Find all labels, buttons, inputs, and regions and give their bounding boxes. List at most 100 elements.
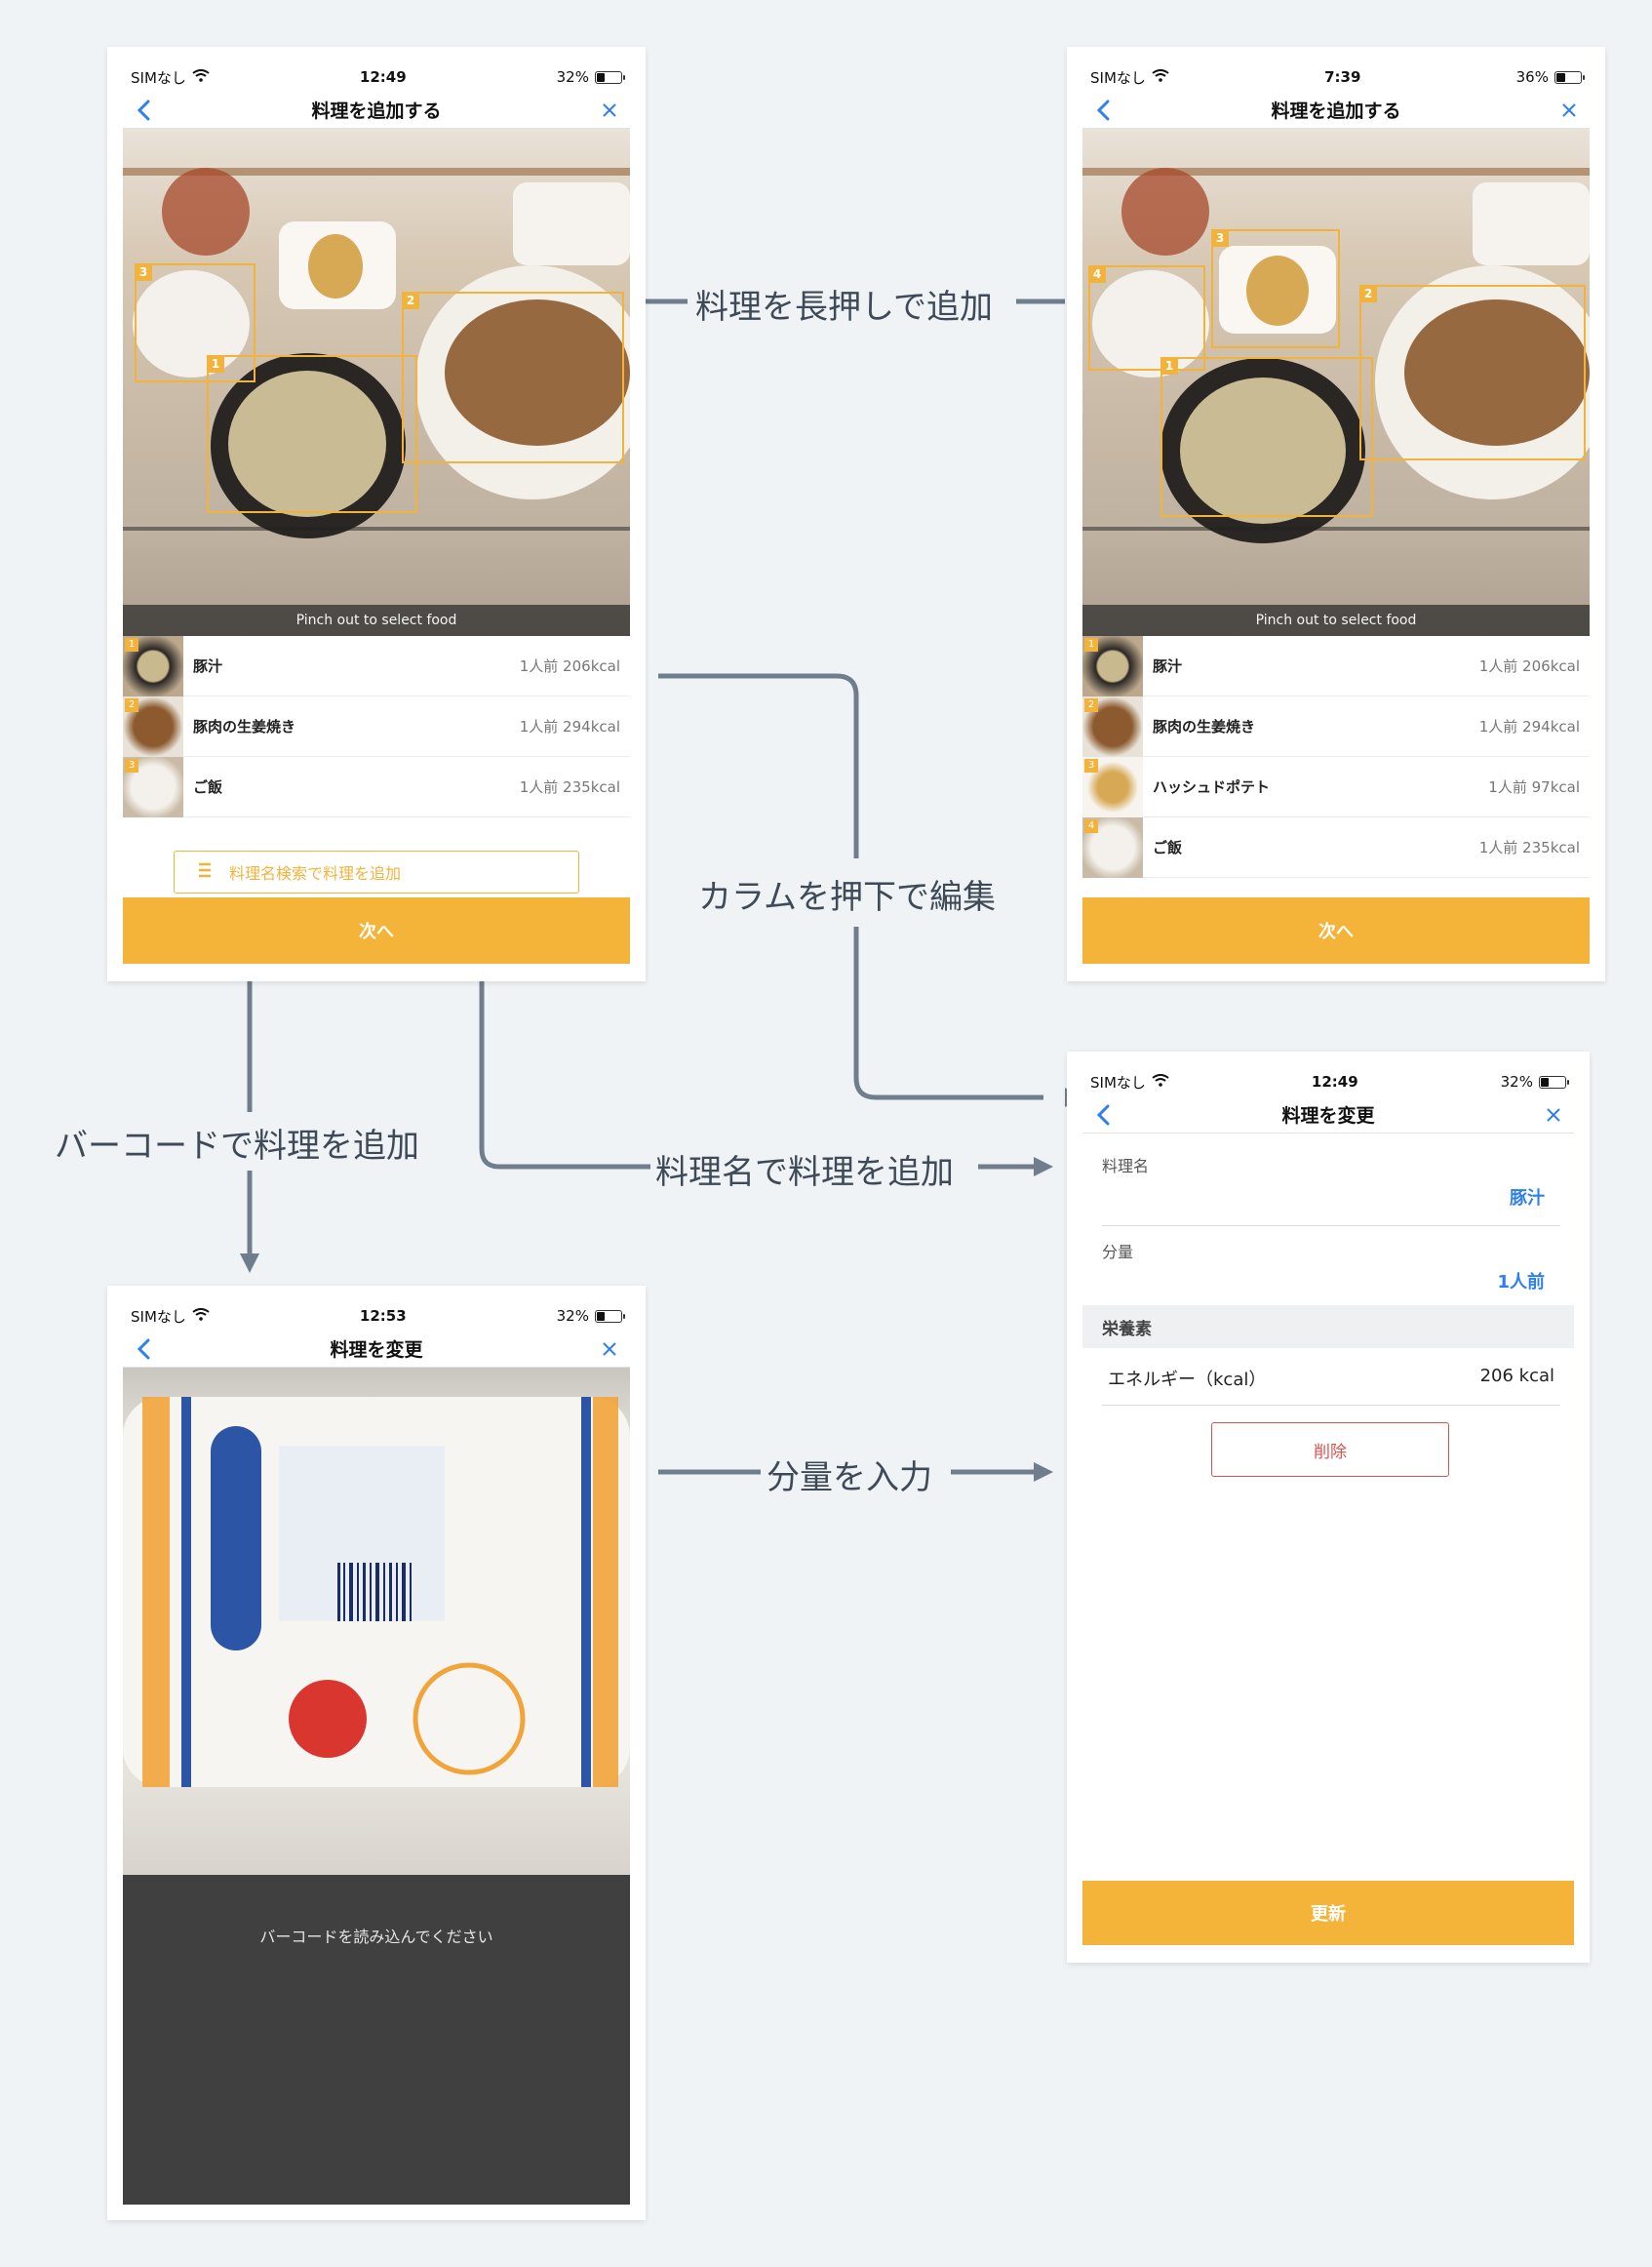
food-photo[interactable]: 3 2 1 Pinch out to select food: [123, 129, 630, 636]
clock: 12:49: [359, 68, 407, 86]
food-list: 1 豚汁 1人前 206kcal 2 豚肉の生姜焼き 1人前 294kcal 3…: [123, 635, 630, 817]
wifi-icon: [192, 1307, 210, 1325]
box-label: 3: [135, 263, 152, 281]
back-chevron-icon[interactable]: [129, 1334, 158, 1364]
back-chevron-icon[interactable]: [1088, 1100, 1118, 1130]
nutrients-header: 栄養素: [1082, 1305, 1574, 1348]
food-thumbnail: 4: [1082, 816, 1143, 878]
food-name: 豚汁: [193, 657, 223, 675]
battery-percent: 32%: [556, 1307, 589, 1325]
amount-field[interactable]: 1人前: [1497, 1268, 1545, 1293]
battery-percent: 36%: [1515, 68, 1549, 86]
food-thumbnail: 3: [1082, 756, 1143, 817]
battery-percent: 32%: [1500, 1073, 1533, 1091]
cup-noodle-package: [123, 1397, 630, 1787]
box-label: 4: [1088, 265, 1106, 283]
carrier-label: SIMなし: [131, 68, 186, 87]
barcode-hint-panel: バーコードを読み込んでください: [123, 1875, 630, 2205]
back-chevron-icon[interactable]: [129, 96, 158, 125]
nav-bar: 料理を変更: [123, 1331, 630, 1368]
list-item[interactable]: 2 豚肉の生姜焼き 1人前 294kcal: [123, 696, 630, 757]
battery-icon: [1538, 1075, 1569, 1089]
list-item[interactable]: 3 ご飯 1人前 235kcal: [123, 756, 630, 817]
next-button[interactable]: 次へ: [123, 897, 630, 964]
battery-percent: 32%: [556, 68, 589, 86]
food-list: 1 豚汁 1人前 206kcal 2 豚肉の生姜焼き 1人前 294kcal 3…: [1082, 635, 1590, 878]
screen-edit-food: SIMなし 12:49 32% 料理を変更 料理名 豚汁 分量 1人前 栄養素 …: [1067, 1052, 1590, 1963]
food-kcal: 1人前 206kcal: [1478, 657, 1580, 675]
food-kcal: 1人前 97kcal: [1488, 778, 1580, 796]
box-label: 2: [1359, 285, 1377, 302]
status-bar: SIMなし 7:39 36%: [1082, 62, 1590, 92]
detection-box-3[interactable]: 3: [1211, 229, 1340, 348]
food-name-search-input[interactable]: 料理名検索で料理を追加: [174, 851, 579, 894]
carrier-label: SIMなし: [131, 1307, 186, 1326]
status-bar: SIMなし 12:53 32%: [123, 1301, 630, 1331]
list-item[interactable]: 4 ご飯 1人前 235kcal: [1082, 816, 1590, 878]
annotation-tap-column: カラムを押下で編集: [698, 878, 996, 917]
screen-add-food-2: SIMなし 7:39 36% 料理を追加する 3 4 2 1 Pinch out…: [1067, 47, 1605, 981]
box-label: 1: [1160, 357, 1178, 375]
cup: [1121, 168, 1209, 256]
food-kcal: 1人前 294kcal: [519, 718, 620, 736]
pinch-hint: Pinch out to select food: [123, 605, 630, 636]
clock: 7:39: [1324, 68, 1361, 86]
pinch-hint: Pinch out to select food: [1082, 605, 1590, 636]
next-button[interactable]: 次へ: [1082, 897, 1590, 964]
annotation-amount-input: 分量を入力: [767, 1458, 932, 1497]
screen-add-food-1: SIMなし 12:49 32% 料理を追加する 3 2 1 Pinch out …: [107, 47, 646, 981]
box-label: 1: [207, 355, 224, 373]
nav-bar: 料理を変更: [1082, 1096, 1574, 1134]
food-name: ハッシュドポテト: [1153, 778, 1271, 796]
close-icon[interactable]: [1539, 1100, 1568, 1130]
food-kcal: 1人前 235kcal: [519, 778, 620, 796]
barcode-hint: バーコードを読み込んでください: [259, 1928, 493, 1946]
camera-preview[interactable]: [123, 1368, 630, 1875]
list-item[interactable]: 3 ハッシュドポテト 1人前 97kcal: [1082, 756, 1590, 817]
dish-small-right: [513, 182, 630, 265]
status-bar: SIMなし 12:49 32%: [1082, 1067, 1574, 1096]
wifi-icon: [1152, 1073, 1169, 1091]
list-item[interactable]: 2 豚肉の生姜焼き 1人前 294kcal: [1082, 696, 1590, 757]
box-label: 2: [402, 292, 419, 309]
food-thumbnail: 2: [1082, 696, 1143, 757]
food-kcal: 1人前 206kcal: [519, 657, 620, 675]
food-name-field[interactable]: 豚汁: [1510, 1184, 1545, 1210]
detection-box-2[interactable]: 2: [402, 292, 624, 463]
close-icon[interactable]: [595, 1334, 624, 1364]
cup: [162, 168, 250, 256]
clock: 12:49: [1311, 1073, 1358, 1091]
food-thumbnail: 1: [1082, 635, 1143, 696]
detection-box-2[interactable]: 2: [1359, 285, 1586, 460]
annotation-long-press: 料理を長押しで追加: [695, 288, 993, 327]
battery-icon: [594, 70, 625, 84]
box-label: 3: [1211, 229, 1229, 247]
food-thumbnail: 1: [123, 635, 183, 696]
page-title: 料理を変更: [1281, 1105, 1375, 1127]
page-title: 料理を変更: [330, 1339, 423, 1361]
food-name: 豚肉の生姜焼き: [1153, 718, 1256, 736]
list-item[interactable]: 1 豚汁 1人前 206kcal: [1082, 635, 1590, 696]
search-placeholder: 料理名検索で料理を追加: [229, 864, 402, 883]
food-photo[interactable]: 3 4 2 1 Pinch out to select food: [1082, 129, 1590, 636]
food-name: ご飯: [193, 778, 223, 796]
page-title: 料理を追加する: [311, 100, 442, 122]
food-kcal: 1人前 235kcal: [1478, 839, 1580, 856]
carrier-label: SIMなし: [1090, 1073, 1146, 1092]
food-kcal: 1人前 294kcal: [1478, 718, 1580, 736]
close-icon[interactable]: [1554, 96, 1584, 125]
back-chevron-icon[interactable]: [1088, 96, 1118, 125]
update-button[interactable]: 更新: [1082, 1881, 1574, 1945]
wifi-icon: [192, 68, 210, 86]
list-item[interactable]: 1 豚汁 1人前 206kcal: [123, 635, 630, 696]
detection-box-1[interactable]: 1: [1160, 357, 1373, 517]
status-bar: SIMなし 12:49 32%: [123, 62, 630, 92]
annotation-name-add: 料理名で料理を追加: [655, 1153, 954, 1192]
delete-button[interactable]: 削除: [1211, 1422, 1449, 1477]
amount-label: 分量: [1102, 1243, 1134, 1261]
detection-box-1[interactable]: 1: [207, 355, 417, 513]
close-icon[interactable]: [595, 96, 624, 125]
food-name: 豚汁: [1153, 657, 1183, 675]
battery-icon: [1554, 70, 1585, 84]
detection-box-4[interactable]: 4: [1088, 265, 1205, 371]
